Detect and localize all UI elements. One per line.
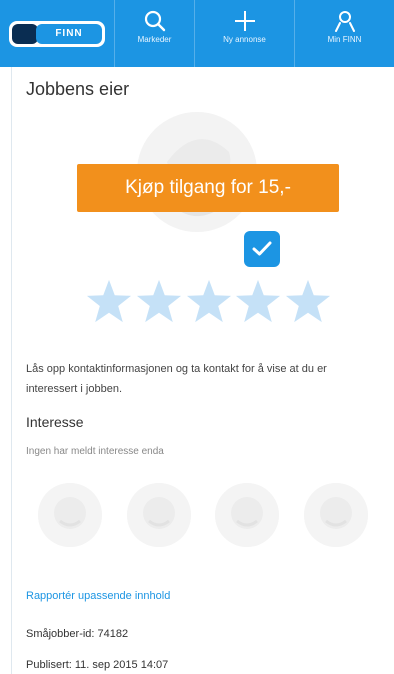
rating-stars [86,278,331,330]
section-title-jobbens-eier: Jobbens eier [26,79,130,99]
avatar-placeholder [38,483,102,547]
tab-min-finn-label: Min FINN [327,35,362,44]
job-id-row: Småjobber-id: 74182 [26,628,128,640]
star-icon [186,279,231,323]
avatar-face-icon [38,483,102,547]
top-navigation-bar: FINN Markeder Ny annonse Min FINN [0,0,394,67]
finn-logo-text: FINN [36,23,102,44]
avatar-placeholder [215,483,280,547]
published-value: 11. sep 2015 14:07 [74,659,169,671]
job-owner-section: Jobbens eier Kjøp tilgang for 15,- Lås o… [0,67,394,674]
no-interest-text: Ingen har meldt interesse enda [26,446,164,457]
avatar-face-icon [303,483,368,547]
buy-access-button[interactable]: Kjøp tilgang for 15,- [77,164,339,212]
checkmark-icon [252,241,272,256]
search-icon [144,10,165,32]
published-label: Publisert: [26,659,72,671]
star-icon [285,279,331,323]
tab-markeder-label: Markeder [137,35,172,44]
job-id-value: 74182 [97,628,129,640]
plus-icon [234,11,255,31]
tab-ny-annonse[interactable]: Ny annonse [194,0,294,67]
finn-logo-button[interactable]: FINN [0,0,114,67]
star-icon [236,279,281,323]
tab-min-finn[interactable]: Min FINN [294,0,394,67]
finn-logo-mark [12,23,38,44]
tab-ny-annonse-label: Ny annonse [223,35,266,44]
user-icon [334,11,355,32]
avatar-placeholder [126,483,191,547]
avatar-face-icon [215,483,280,547]
report-content-link[interactable]: Rapportér upassende innhold [26,590,170,602]
unlock-description: Lås opp kontaktinformasjonen og ta konta… [26,363,327,395]
interest-avatar-list [38,483,368,547]
section-title-interesse: Interesse [26,414,84,430]
star-icon [136,279,181,323]
tab-markeder[interactable]: Markeder [114,0,194,67]
star-icon [86,279,132,323]
published-row: Publisert: 11. sep 2015 14:07 [26,659,168,671]
avatar-face-icon [126,483,191,547]
finn-logo: FINN [9,20,105,47]
avatar-placeholder [303,483,368,547]
verified-badge [244,231,280,267]
job-id-label: Småjobber-id: [26,628,95,640]
